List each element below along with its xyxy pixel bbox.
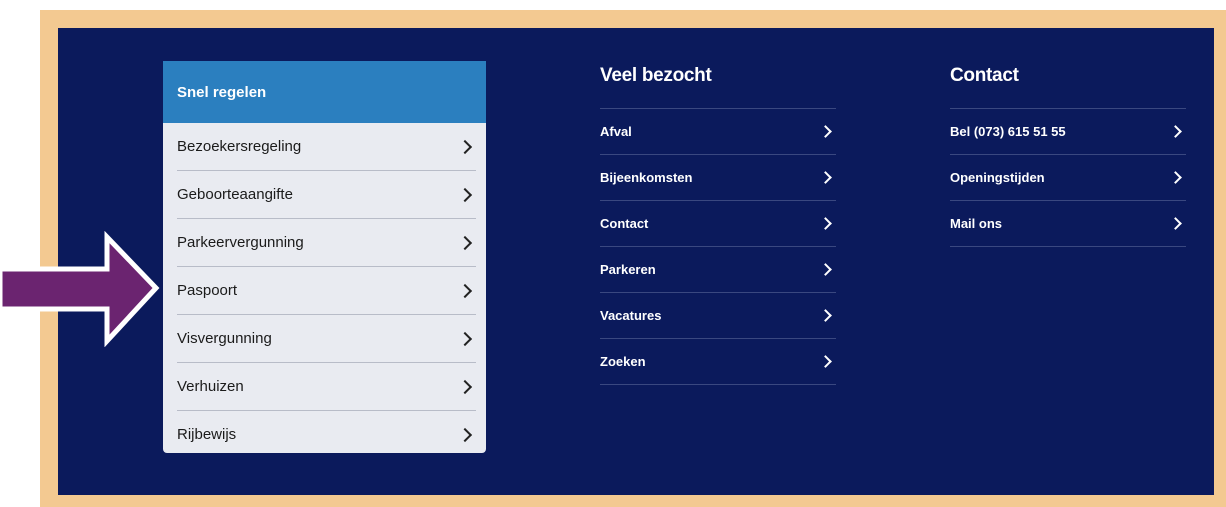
chevron-right-icon [457,427,473,442]
visited-link-zoeken[interactable]: Zoeken [600,339,836,385]
quick-link-label: Parkeervergunning [177,234,304,251]
chevron-right-icon [819,171,832,184]
visited-link-contact[interactable]: Contact [600,201,836,247]
chevron-right-icon [1169,217,1182,230]
chevron-right-icon [457,235,473,250]
visited-title: Veel bezocht [600,61,836,109]
contact-link-openingstijden[interactable]: Openingstijden [950,155,1186,201]
quick-link-label: Visvergunning [177,330,272,347]
pointer-arrow-icon [0,231,160,347]
contact-column: Contact Bel (073) 615 51 55 Openingstijd… [950,61,1186,247]
visited-link-parkeren[interactable]: Parkeren [600,247,836,293]
contact-title: Contact [950,61,1186,109]
quick-link-parkeervergunning[interactable]: Parkeervergunning [177,219,476,267]
quick-link-label: Rijbewijs [177,426,237,443]
contact-link-phone[interactable]: Bel (073) 615 51 55 [950,109,1186,155]
visited-list: Afval Bijeenkomsten Contact Parkeren Vac… [600,109,836,385]
quick-link-bezoekersregeling[interactable]: Bezoekersregeling [177,123,476,171]
quick-link-geboorteaangifte[interactable]: Geboorteaangifte [177,171,476,219]
visited-column: Veel bezocht Afval Bijeenkomsten Contact… [600,61,836,385]
quick-link-paspoort[interactable]: Paspoort [177,267,476,315]
quick-link-label: Geboorteaangifte [177,186,293,203]
chevron-right-icon [457,139,473,154]
visited-link-vacatures[interactable]: Vacatures [600,293,836,339]
visited-link-label: Bijeenkomsten [600,170,693,185]
quick-links-title: Snel regelen [163,61,486,123]
chevron-right-icon [457,379,473,394]
chevron-right-icon [457,331,473,346]
visited-link-label: Parkeren [600,262,656,277]
visited-link-label: Contact [600,216,649,231]
contact-link-label: Bel (073) 615 51 55 [950,124,1066,139]
chevron-right-icon [819,263,832,276]
contact-list: Bel (073) 615 51 55 Openingstijden Mail … [950,109,1186,247]
quick-link-label: Bezoekersregeling [177,138,302,155]
visited-link-label: Vacatures [600,308,662,323]
quick-links-list: Bezoekersregeling Geboorteaangifte Parke… [177,123,476,458]
visited-link-bijeenkomsten[interactable]: Bijeenkomsten [600,155,836,201]
quick-link-rijbewijs[interactable]: Rijbewijs [177,411,476,458]
quick-links-card: Snel regelen Bezoekersregeling Geboortea… [163,61,486,453]
chevron-right-icon [1169,171,1182,184]
quick-link-label: Verhuizen [177,378,244,395]
quick-link-verhuizen[interactable]: Verhuizen [177,363,476,411]
contact-link-label: Openingstijden [950,170,1045,185]
chevron-right-icon [457,187,473,202]
visited-link-label: Zoeken [600,354,646,369]
chevron-right-icon [457,283,473,298]
chevron-right-icon [1169,125,1182,138]
visited-link-afval[interactable]: Afval [600,109,836,155]
chevron-right-icon [819,125,832,138]
contact-link-mail[interactable]: Mail ons [950,201,1186,247]
chevron-right-icon [819,217,832,230]
chevron-right-icon [819,355,832,368]
quick-link-label: Paspoort [177,282,238,299]
visited-link-label: Afval [600,124,632,139]
quick-link-visvergunning[interactable]: Visvergunning [177,315,476,363]
chevron-right-icon [819,309,832,322]
contact-link-label: Mail ons [950,216,1003,231]
